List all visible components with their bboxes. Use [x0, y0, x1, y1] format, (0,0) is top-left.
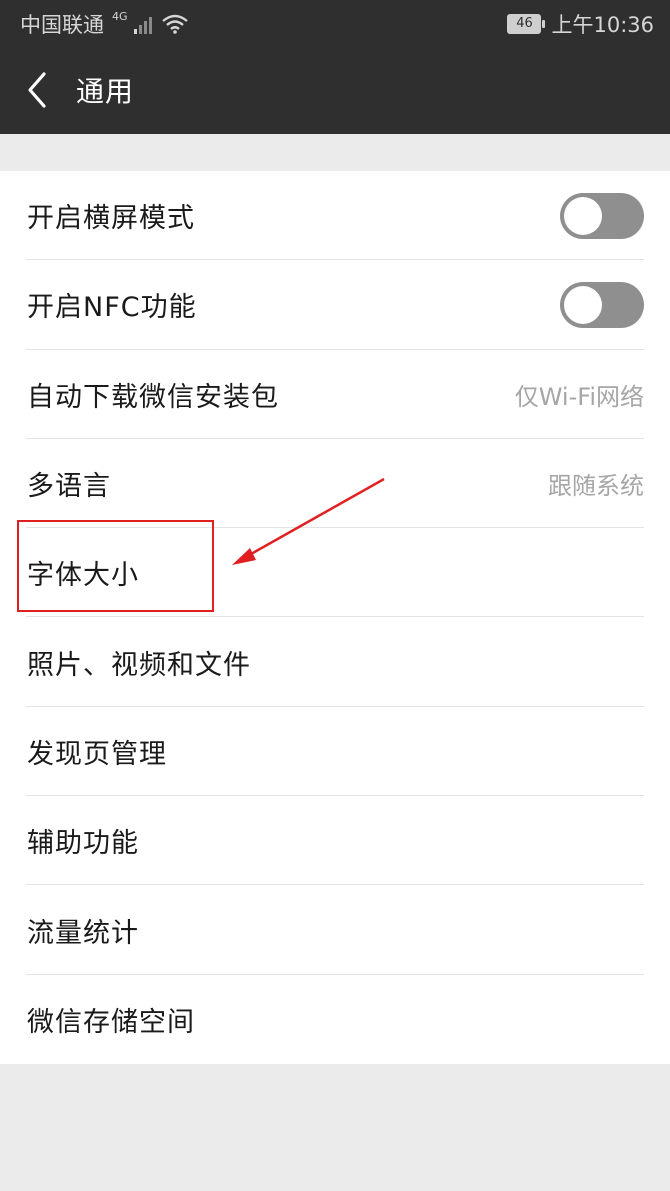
discover-management-row[interactable]: 发现页管理: [0, 707, 670, 797]
battery-level: 46: [516, 16, 533, 31]
row-label: 开启横屏模式: [27, 203, 195, 235]
accessibility-row[interactable]: 辅助功能: [0, 796, 670, 886]
signal-icon: [133, 17, 152, 34]
row-label: 微信存储空间: [27, 1006, 195, 1038]
auto-download-row[interactable]: 自动下载微信安装包 仅Wi-Fi网络: [0, 350, 670, 440]
settings-list: 开启横屏模式 开启NFC功能 自动下载微信安装包 仅Wi-Fi网络 多语言 跟随…: [0, 171, 670, 1064]
status-bar: 中国联通 4G 46 上午10:36: [0, 0, 670, 46]
row-value: 跟随系统: [548, 472, 644, 501]
landscape-mode-row[interactable]: 开启横屏模式: [0, 171, 670, 261]
toggle-knob: [564, 196, 602, 235]
row-label: 辅助功能: [27, 828, 139, 860]
battery-icon: 46: [507, 14, 546, 34]
nfc-toggle[interactable]: [560, 281, 644, 328]
page-title: 通用: [76, 75, 135, 108]
language-row[interactable]: 多语言 跟随系统: [0, 439, 670, 529]
landscape-mode-toggle[interactable]: [560, 192, 644, 239]
row-value: 仅Wi-Fi网络: [514, 382, 644, 411]
row-label: 照片、视频和文件: [27, 649, 251, 681]
row-label: 多语言: [27, 471, 111, 503]
toggle-knob: [564, 285, 602, 324]
nfc-row[interactable]: 开启NFC功能: [0, 260, 670, 350]
row-label: 流量统计: [27, 917, 139, 949]
wifi-icon: [161, 14, 188, 34]
chevron-left-icon: [28, 72, 46, 108]
carrier-label: 中国联通: [20, 13, 104, 37]
status-left: 中国联通 4G: [20, 9, 188, 39]
row-label: 自动下载微信安装包: [27, 381, 279, 413]
back-button[interactable]: [18, 68, 58, 112]
data-usage-row[interactable]: 流量统计: [0, 885, 670, 975]
clock-label: 上午10:36: [551, 13, 654, 37]
storage-row[interactable]: 微信存储空间: [0, 975, 670, 1064]
photos-videos-files-row[interactable]: 照片、视频和文件: [0, 617, 670, 708]
screen: 中国联通 4G 46 上午10:36 通用 开启横屏模式 开启NFC功能 自动下…: [0, 0, 670, 1191]
status-right: 46 上午10:36: [507, 9, 654, 39]
row-label: 发现页管理: [27, 738, 167, 770]
row-label: 开启NFC功能: [27, 292, 197, 324]
title-bar: 通用: [0, 46, 670, 134]
network-type-label: 4G: [112, 9, 128, 23]
annotation-highlight-box: [17, 520, 214, 612]
